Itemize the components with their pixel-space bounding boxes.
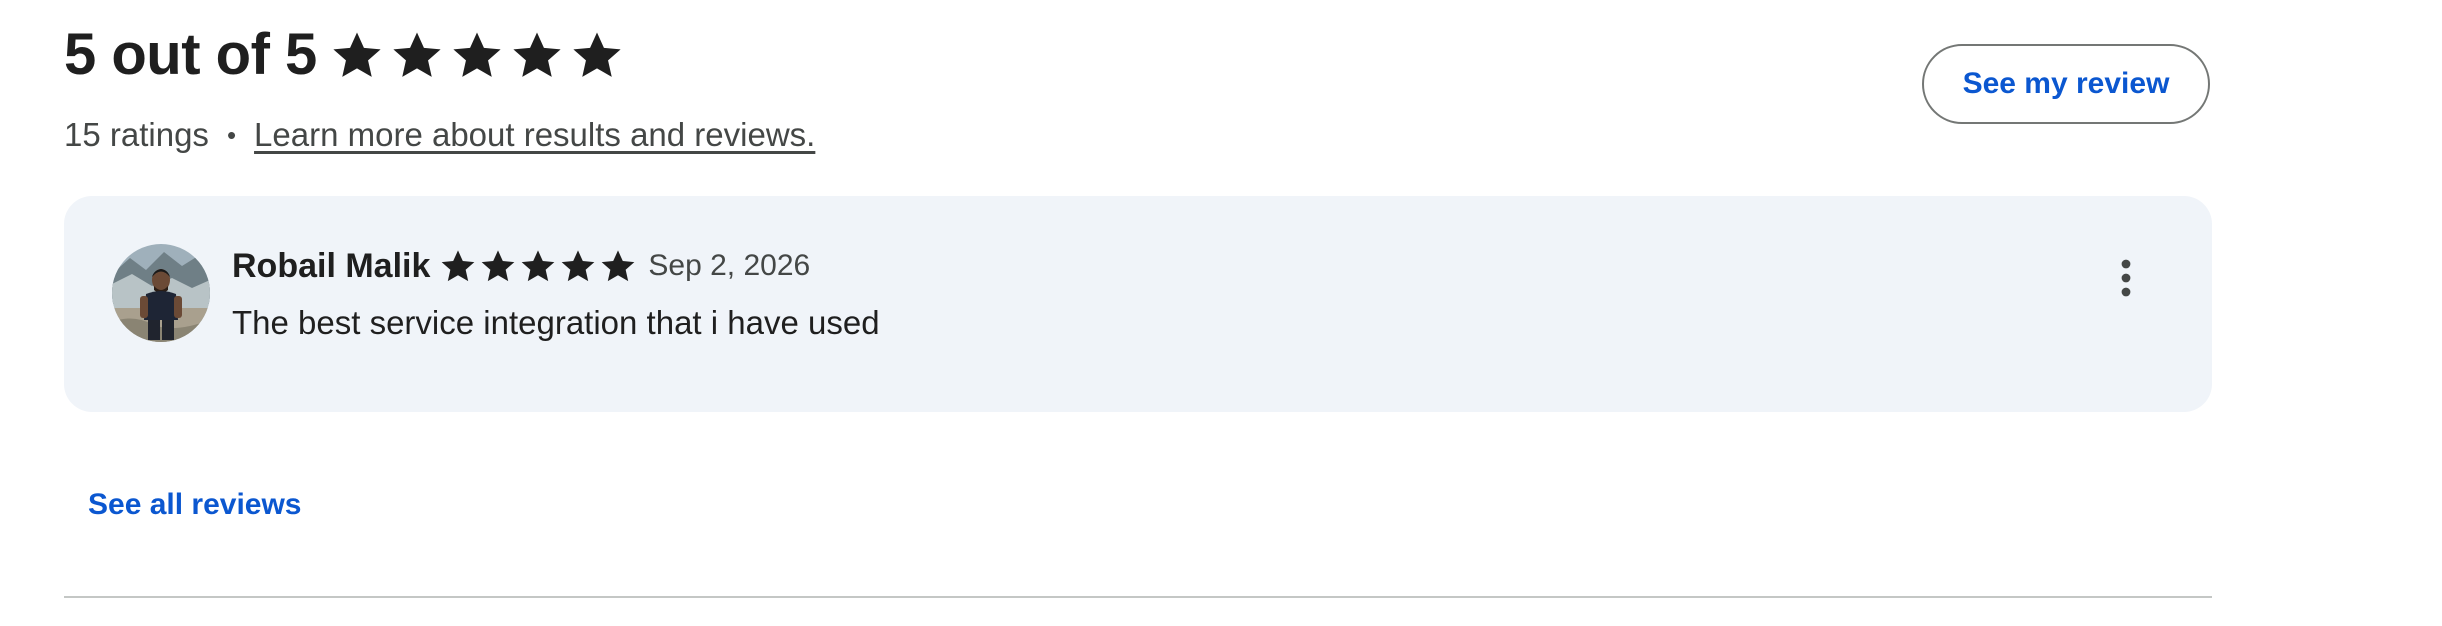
ratings-meta: 15 ratings • Learn more about results an… [64, 112, 815, 158]
learn-more-link[interactable]: Learn more about results and reviews. [254, 116, 815, 154]
star-icon [333, 32, 381, 77]
reviewer-name: Robail Malik [232, 246, 431, 285]
star-icon [393, 32, 441, 77]
avatar[interactable] [112, 244, 210, 342]
review-more-options-button[interactable] [2102, 248, 2150, 308]
rating-summary: 5 out of 5 [64, 18, 623, 92]
separator-dot: • [226, 119, 237, 150]
review-date: Sep 2, 2026 [648, 249, 811, 282]
star-icon [562, 250, 595, 282]
section-divider [64, 596, 2212, 598]
star-icon [442, 250, 475, 282]
reviewer-photo [112, 244, 210, 342]
star-icon [513, 32, 561, 77]
star-icon [573, 32, 621, 77]
review-card: Robail Malik Sep 2, 2026 The best servic… [64, 196, 2212, 412]
review-header: Robail Malik Sep 2, 2026 [232, 242, 810, 290]
rating-summary-title: 5 out of 5 [64, 22, 317, 87]
review-stars [440, 248, 636, 284]
see-my-review-button[interactable]: See my review [1922, 44, 2210, 124]
rating-summary-stars [331, 29, 623, 81]
star-icon [482, 250, 515, 282]
star-icon [522, 250, 555, 282]
review-text: The best service integration that i have… [232, 304, 880, 341]
ratings-count: 15 ratings [64, 116, 209, 153]
see-all-reviews-link[interactable]: See all reviews [88, 488, 302, 522]
star-icon [602, 250, 635, 282]
star-icon [453, 32, 501, 77]
more-vertical-icon [2121, 259, 2131, 297]
